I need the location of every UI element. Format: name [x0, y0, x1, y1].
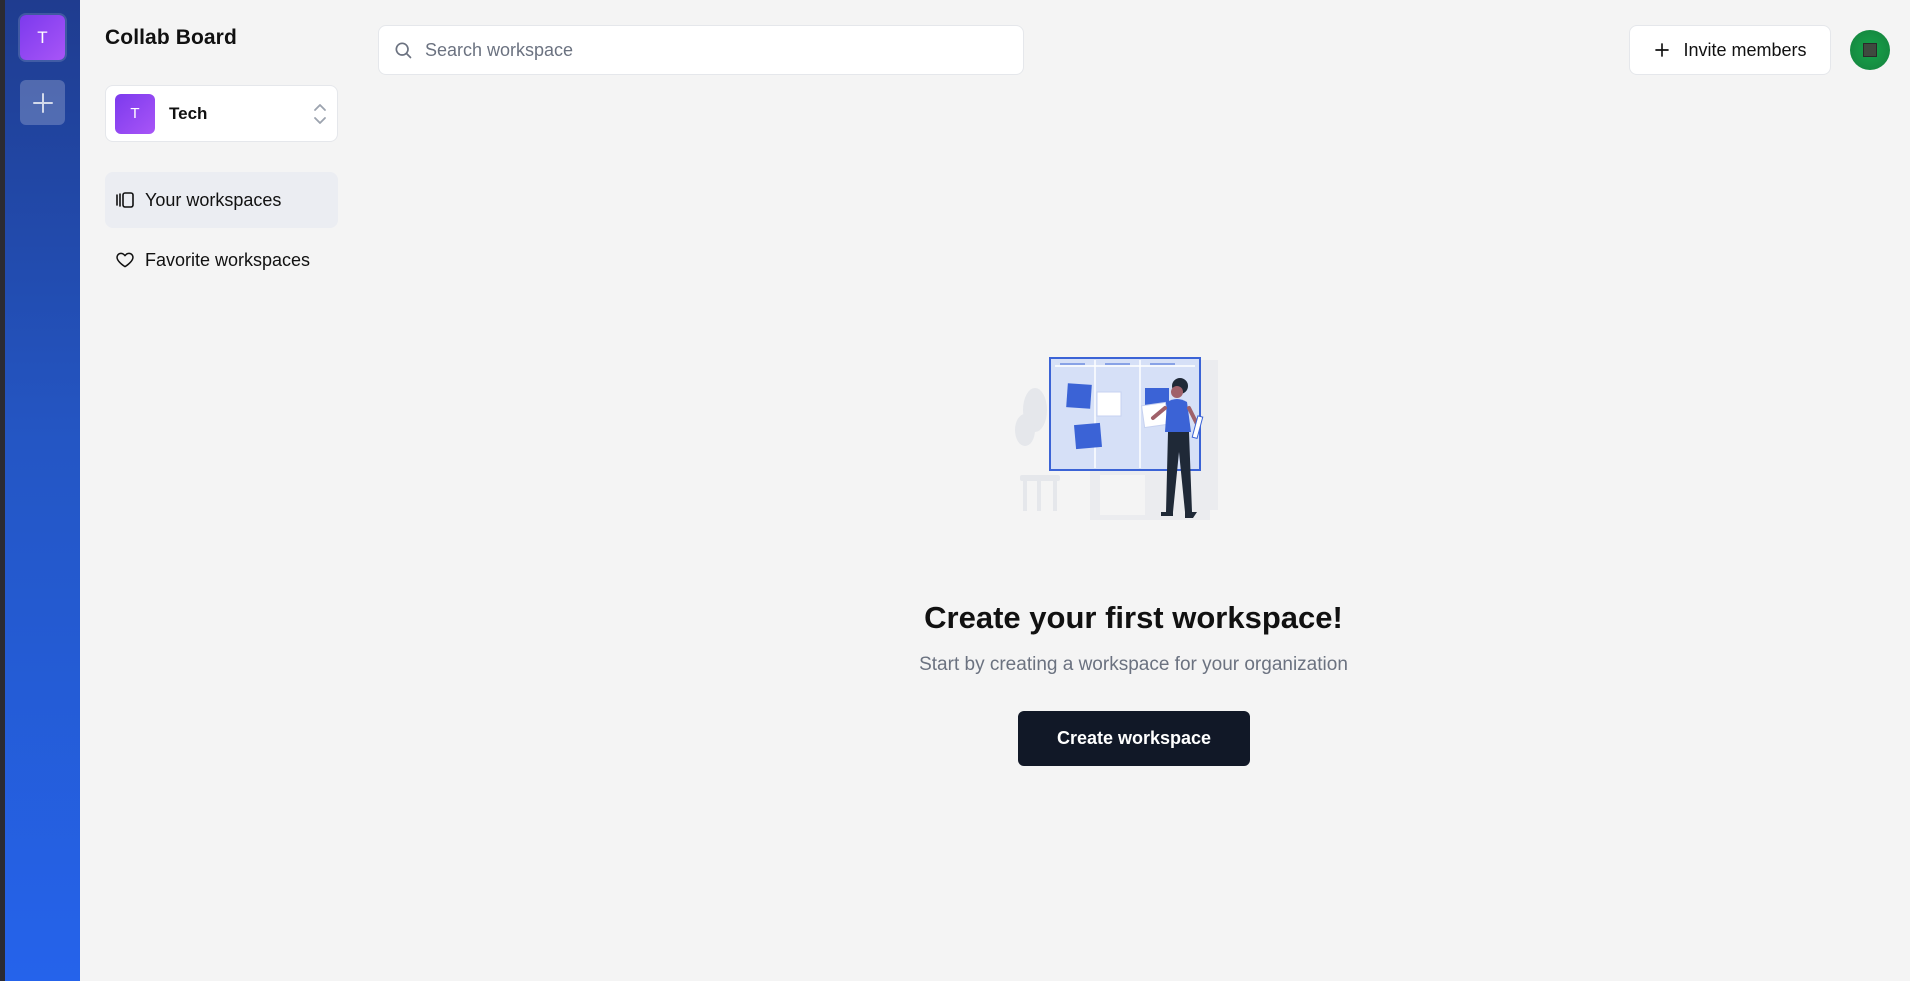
org-switcher-initial: T [130, 105, 140, 122]
sidebar-item-your-workspaces[interactable]: Your workspaces [105, 172, 338, 228]
sidebar-item-label: Favorite workspaces [145, 249, 311, 270]
empty-state-title: Create your first workspace! [924, 600, 1343, 635]
chevrons-up-down-icon [314, 103, 326, 124]
organization-rail: T [5, 0, 80, 981]
heart-icon [115, 250, 135, 270]
invite-members-button[interactable]: Invite members [1629, 25, 1831, 75]
sidebar-item-label: Your workspaces [145, 189, 282, 210]
add-organization-button[interactable] [20, 80, 65, 125]
org-switcher-avatar: T [115, 93, 155, 134]
empty-workspace-illustration [1015, 357, 1218, 520]
plus-icon [1653, 41, 1671, 59]
sidebar: Collab Board T Tech Your workspaces Favo… [80, 0, 350, 981]
create-workspace-label: Create workspace [1056, 728, 1212, 748]
avatar-image [1863, 43, 1877, 57]
workspaces-icon [115, 190, 135, 210]
org-avatar-initial: T [37, 27, 48, 47]
sidebar-item-favorite-workspaces[interactable]: Favorite workspaces [105, 232, 338, 288]
search-bar[interactable] [378, 25, 1024, 75]
org-switcher-name: Tech [169, 103, 208, 123]
invite-members-label: Invite members [1683, 39, 1807, 60]
plus-icon [32, 92, 53, 113]
empty-state-subtitle: Start by creating a workspace for your o… [919, 654, 1348, 675]
user-avatar[interactable] [1850, 30, 1890, 70]
search-input[interactable] [425, 39, 1005, 61]
org-avatar-button[interactable]: T [20, 15, 65, 60]
search-icon [395, 42, 412, 59]
organization-switcher[interactable]: T Tech [105, 85, 338, 142]
create-workspace-button[interactable]: Create workspace [1018, 711, 1250, 766]
brand-logo-text[interactable]: Collab Board [105, 26, 237, 50]
